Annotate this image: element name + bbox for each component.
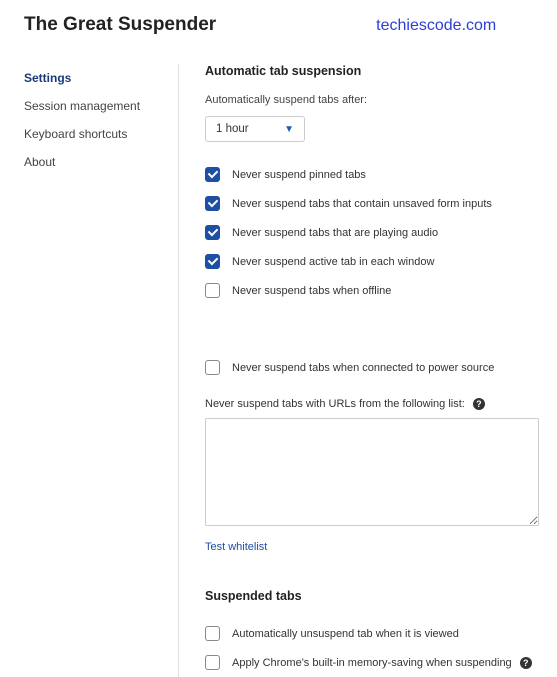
checkbox-offline[interactable] xyxy=(205,283,220,298)
suspend-after-value: 1 hour xyxy=(216,123,249,135)
whitelist-label-row: Never suspend tabs with URLs from the fo… xyxy=(205,398,539,410)
sidebar-item-settings[interactable]: Settings xyxy=(24,64,168,92)
suspend-after-select[interactable]: 1 hour ▼ xyxy=(205,116,305,142)
main-content: Automatic tab suspension Automatically s… xyxy=(179,64,539,677)
option-never-suspend-active: Never suspend active tab in each window xyxy=(205,247,539,276)
option-never-suspend-power: Never suspend tabs when connected to pow… xyxy=(205,353,539,382)
sidebar-item-keyboard-shortcuts[interactable]: Keyboard shortcuts xyxy=(24,120,168,148)
checkbox-label: Never suspend pinned tabs xyxy=(232,169,366,181)
whitelist-label: Never suspend tabs with URLs from the fo… xyxy=(205,398,465,410)
caret-down-icon: ▼ xyxy=(284,124,294,135)
checkbox-label: Never suspend active tab in each window xyxy=(232,256,434,268)
checkbox-auto-unsuspend[interactable] xyxy=(205,626,220,641)
help-icon[interactable]: ? xyxy=(520,657,532,669)
option-chrome-memory-saving: Apply Chrome's built-in memory-saving wh… xyxy=(205,648,539,677)
checkbox-label: Never suspend tabs when offline xyxy=(232,285,391,297)
checkbox-unsaved-forms[interactable] xyxy=(205,196,220,211)
option-never-suspend-unsaved-forms: Never suspend tabs that contain unsaved … xyxy=(205,189,539,218)
section-title-suspended-tabs: Suspended tabs xyxy=(205,589,539,603)
sidebar-item-session-management[interactable]: Session management xyxy=(24,92,168,120)
checkbox-pinned[interactable] xyxy=(205,167,220,182)
checkbox-label: Apply Chrome's built-in memory-saving wh… xyxy=(232,657,512,669)
whitelist-textarea[interactable] xyxy=(205,418,539,526)
sidebar: Settings Session management Keyboard sho… xyxy=(24,64,179,677)
checkbox-power[interactable] xyxy=(205,360,220,375)
checkbox-audio[interactable] xyxy=(205,225,220,240)
sidebar-item-about[interactable]: About xyxy=(24,148,168,176)
option-never-suspend-offline: Never suspend tabs when offline xyxy=(205,276,539,305)
help-icon[interactable]: ? xyxy=(473,398,485,410)
test-whitelist-link[interactable]: Test whitelist xyxy=(205,541,267,553)
suspend-after-label: Automatically suspend tabs after: xyxy=(205,94,539,106)
brand-link[interactable]: techiescode.com xyxy=(376,17,496,35)
checkbox-active[interactable] xyxy=(205,254,220,269)
checkbox-label: Never suspend tabs that are playing audi… xyxy=(232,227,438,239)
header: The Great Suspender techiescode.com xyxy=(0,0,557,42)
app-title: The Great Suspender xyxy=(24,14,216,36)
option-auto-unsuspend: Automatically unsuspend tab when it is v… xyxy=(205,619,539,648)
option-never-suspend-audio: Never suspend tabs that are playing audi… xyxy=(205,218,539,247)
checkbox-label: Automatically unsuspend tab when it is v… xyxy=(232,628,459,640)
checkbox-chrome-memory[interactable] xyxy=(205,655,220,670)
checkbox-label: Never suspend tabs that contain unsaved … xyxy=(232,198,492,210)
checkbox-label: Never suspend tabs when connected to pow… xyxy=(232,362,494,374)
option-never-suspend-pinned: Never suspend pinned tabs xyxy=(205,160,539,189)
section-title-auto-suspension: Automatic tab suspension xyxy=(205,64,539,78)
